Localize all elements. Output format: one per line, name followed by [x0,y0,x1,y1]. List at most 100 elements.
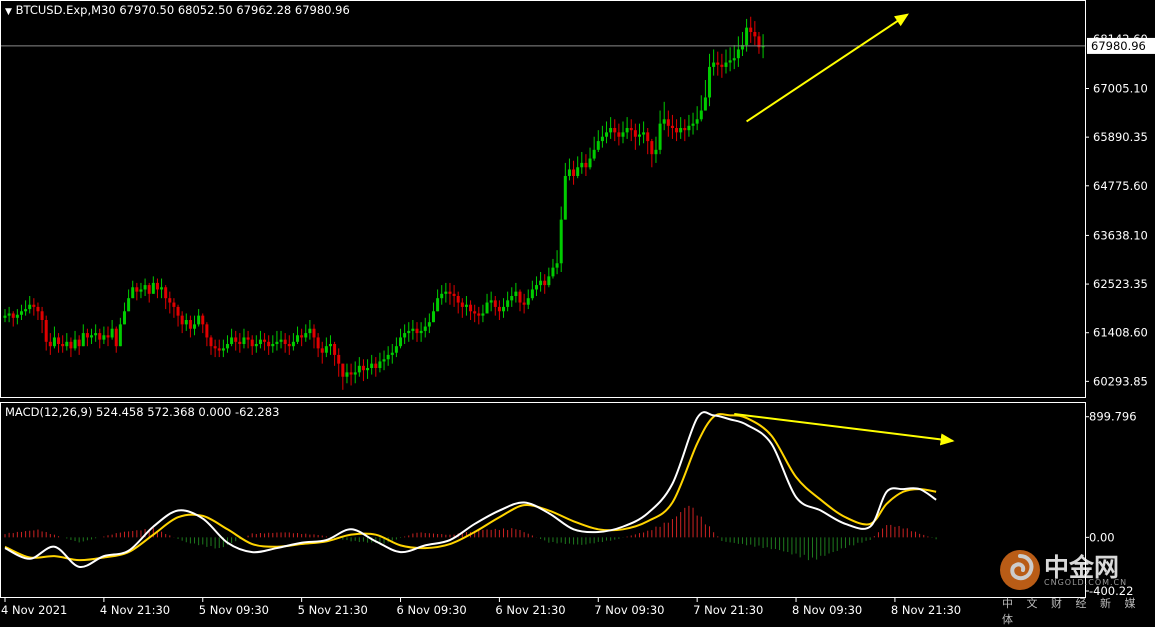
candle-body [695,119,699,124]
candle-body [7,313,11,316]
candle-body [378,361,382,368]
candle-body [151,282,155,294]
candle-body [357,365,361,373]
candle-body [197,315,201,325]
candle-body [81,333,85,347]
candle-body [188,320,192,329]
time-tick-label: 6 Nov 09:30 [397,603,467,617]
candle-body [637,134,641,137]
candle-body [77,339,81,347]
candle-body [168,298,172,303]
candle-body [584,162,588,168]
candle-body [143,285,147,290]
candle-body [654,149,658,155]
candle-body [633,130,637,137]
candle-body [596,141,600,150]
candle-body [238,341,242,344]
candle-body [399,337,403,347]
candle-body [316,337,320,349]
candle-body [102,335,106,340]
candle-body [712,62,716,67]
candle-body [160,287,164,290]
candle-body [567,169,571,176]
candle-body [650,141,654,155]
candle-body [193,324,197,329]
candle-body [312,328,316,338]
candle-body [382,359,386,362]
price-tick-label: 65890.35 [1093,130,1148,144]
candle-body [419,330,423,334]
candle-body [386,354,390,360]
candle-body [555,263,559,268]
candle-body [510,296,514,301]
candle-body [481,313,485,316]
candle-body [106,335,110,338]
candle-body [304,333,308,338]
candle-body [658,123,662,150]
candle-body [394,346,398,353]
candle-body [580,162,584,168]
price-tick-label: 63638.10 [1093,228,1148,242]
candle-body [135,287,139,292]
candle-body [122,311,126,325]
time-tick-label: 6 Nov 21:30 [495,603,565,617]
candle-body [205,324,209,338]
candle-body [609,128,613,133]
macd-pane-frame [0,402,1086,598]
candle-body [176,306,180,316]
candle-body [267,341,271,347]
dropdown-triangle-icon[interactable]: ▼ [5,7,12,17]
candle-body [15,314,19,318]
candle-body [473,311,477,314]
candle-body [448,291,452,294]
candle-body [201,315,205,325]
candle-body [48,341,52,347]
candle-body [736,49,740,59]
candle-body [506,300,510,307]
time-tick-label: 4 Nov 21:30 [100,603,170,617]
price-axis: 67005.10 65890.35 64775.60 63638.10 62523.35… [1085,32,1155,388]
candle-body [225,344,229,349]
candle-body [600,136,604,142]
candle-body [337,354,341,364]
candle-body [728,60,732,63]
main-pane-frame [0,0,1086,398]
time-tick-label: 7 Nov 09:30 [594,603,664,617]
candle-body [366,368,370,371]
candle-body [526,298,530,305]
candle-body [85,333,89,338]
candle-body [40,311,44,320]
macd-tick-label: 899.796 [1089,410,1137,424]
candle-body [687,125,691,131]
macd-header: MACD(12,26,9) 524.458 572.368 0.000 -62.… [5,405,280,419]
candle-body [32,304,36,307]
candle-body [646,132,650,142]
candle-body [662,119,666,124]
candle-body [328,344,332,347]
candle-body [283,339,287,344]
candle-body [324,346,328,353]
price-tick-label: 60293.85 [1093,374,1148,388]
candle-body [73,339,77,349]
candle-body [493,300,497,307]
candle-body [716,62,720,65]
symbol-header[interactable]: ▼ BTCUSD.Exp,M30 67970.50 68052.50 67962… [5,3,350,17]
candle-body [415,328,419,334]
candle-body [489,300,493,303]
candle-body [431,311,435,323]
price-tick-label: 62523.35 [1093,277,1148,291]
candle-body [69,341,73,349]
price-tick-label: 67005.10 [1093,82,1148,96]
candle-body [563,176,567,220]
candle-body [209,337,213,347]
macd-tick-label: 0.00 [1089,530,1115,544]
candle-body [275,341,279,344]
candle-body [749,27,753,32]
candle-body [44,320,48,342]
candle-body [246,337,250,340]
candle-body [110,328,114,338]
candle-body [217,348,221,351]
candle-body [28,304,32,310]
candle-body [370,363,374,368]
candle-body [361,365,365,371]
